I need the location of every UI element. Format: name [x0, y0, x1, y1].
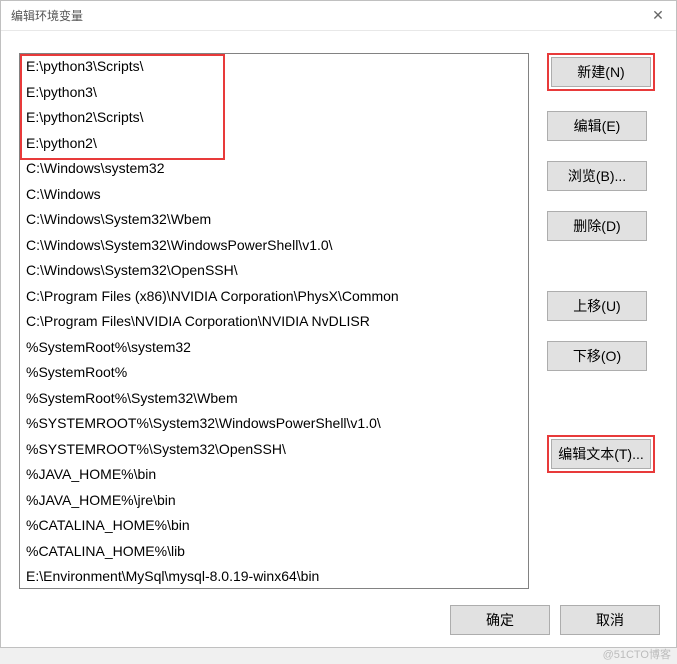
- highlight-annotation: 编辑文本(T)...: [547, 435, 655, 473]
- list-item[interactable]: C:\Windows\System32\WindowsPowerShell\v1…: [20, 233, 528, 259]
- highlight-annotation: 新建(N): [547, 53, 655, 91]
- list-item[interactable]: %SYSTEMROOT%\System32\OpenSSH\: [20, 437, 528, 463]
- list-item[interactable]: E:\python2\: [20, 131, 528, 157]
- list-item[interactable]: C:\Program Files (x86)\NVIDIA Corporatio…: [20, 284, 528, 310]
- list-item[interactable]: E:\Environment\MySql\mysql-8.0.19-winx64…: [20, 564, 528, 589]
- browse-button[interactable]: 浏览(B)...: [547, 161, 647, 191]
- list-item[interactable]: E:\python3\Scripts\: [20, 54, 528, 80]
- dialog-title: 编辑环境变量: [11, 7, 83, 24]
- edit-env-var-dialog: 编辑环境变量 ✕ E:\python3\Scripts\E:\python3\E…: [0, 0, 677, 648]
- list-item[interactable]: %SystemRoot%: [20, 360, 528, 386]
- move-down-button[interactable]: 下移(O): [547, 341, 647, 371]
- list-item[interactable]: C:\Windows: [20, 182, 528, 208]
- list-item[interactable]: C:\Windows\System32\OpenSSH\: [20, 258, 528, 284]
- content-area: E:\python3\Scripts\E:\python3\E:\python2…: [1, 31, 676, 589]
- list-item[interactable]: %JAVA_HOME%\bin: [20, 462, 528, 488]
- delete-button[interactable]: 删除(D): [547, 211, 647, 241]
- list-item[interactable]: %SYSTEMROOT%\System32\WindowsPowerShell\…: [20, 411, 528, 437]
- ok-button[interactable]: 确定: [450, 605, 550, 635]
- list-item[interactable]: %CATALINA_HOME%\bin: [20, 513, 528, 539]
- list-item[interactable]: C:\Program Files\NVIDIA Corporation\NVID…: [20, 309, 528, 335]
- list-item[interactable]: E:\python3\: [20, 80, 528, 106]
- path-listbox[interactable]: E:\python3\Scripts\E:\python3\E:\python2…: [19, 53, 529, 589]
- list-item[interactable]: C:\Windows\system32: [20, 156, 528, 182]
- list-item[interactable]: C:\Windows\System32\Wbem: [20, 207, 528, 233]
- edit-text-button[interactable]: 编辑文本(T)...: [551, 439, 651, 469]
- cancel-button[interactable]: 取消: [560, 605, 660, 635]
- titlebar: 编辑环境变量 ✕: [1, 1, 676, 31]
- new-button[interactable]: 新建(N): [551, 57, 651, 87]
- button-column: 新建(N) 编辑(E) 浏览(B)... 删除(D) 上移(U) 下移(O) 编…: [547, 53, 655, 589]
- edit-button[interactable]: 编辑(E): [547, 111, 647, 141]
- list-item[interactable]: %CATALINA_HOME%\lib: [20, 539, 528, 565]
- list-item[interactable]: E:\python2\Scripts\: [20, 105, 528, 131]
- footer-buttons: 确定 取消: [450, 605, 660, 635]
- list-item[interactable]: %JAVA_HOME%\jre\bin: [20, 488, 528, 514]
- list-item[interactable]: %SystemRoot%\system32: [20, 335, 528, 361]
- list-item[interactable]: %SystemRoot%\System32\Wbem: [20, 386, 528, 412]
- move-up-button[interactable]: 上移(U): [547, 291, 647, 321]
- watermark-text: @51CTO博客: [603, 646, 671, 662]
- close-icon[interactable]: ✕: [648, 7, 668, 24]
